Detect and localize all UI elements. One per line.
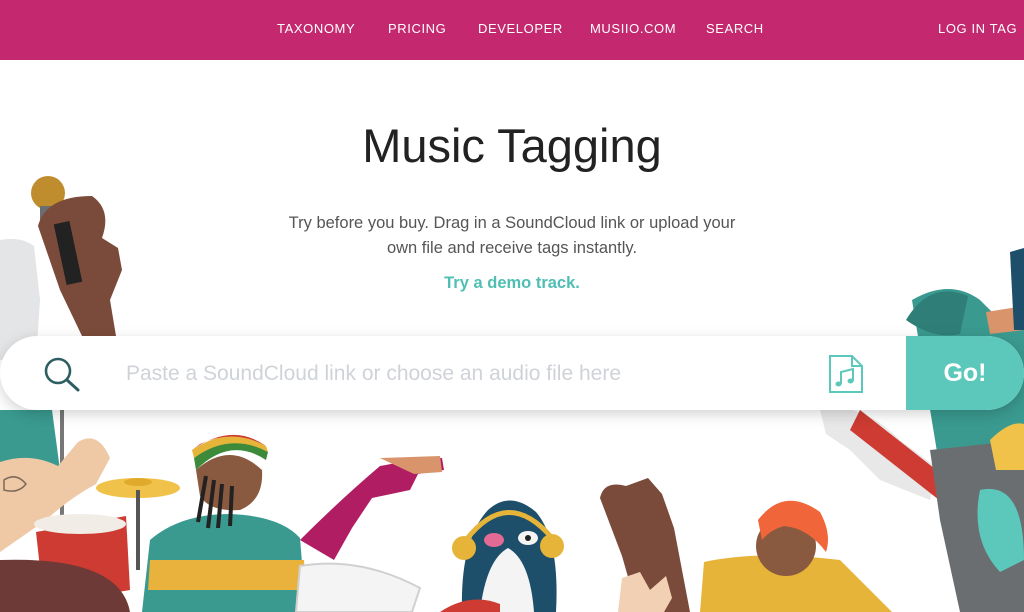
nav-pricing-link[interactable]: PRICING: [388, 21, 446, 36]
go-button[interactable]: Go!: [906, 336, 1024, 410]
top-navigation: TAXONOMY PRICING DEVELOPER MUSIIO.COM SE…: [0, 0, 1024, 60]
nav-search-link[interactable]: SEARCH: [706, 21, 764, 36]
penguin-figure: [440, 500, 564, 612]
saxophone-player: [820, 248, 1024, 612]
login-link[interactable]: LOG IN TAG: [938, 21, 1017, 36]
redhead-figure: [700, 500, 892, 612]
fan-hands: [600, 478, 690, 612]
nav-developer-link[interactable]: DEVELOPER: [478, 21, 563, 36]
musicians-illustration: [0, 176, 1024, 612]
search-icon: [44, 357, 80, 392]
page-title: Music Tagging: [362, 119, 662, 172]
soundcloud-link-input[interactable]: [124, 356, 788, 392]
demo-track-link[interactable]: Try a demo track.: [0, 274, 1024, 293]
search-bar: Go!: [0, 336, 1024, 410]
nav-musiio-link[interactable]: MUSIIO.COM: [590, 21, 676, 36]
choose-audio-file-button[interactable]: [824, 354, 866, 394]
hero-description-line-2: own file and receive tags instantly.: [386, 239, 638, 257]
nav-taxonomy-link[interactable]: TAXONOMY: [277, 21, 355, 36]
drum: [294, 562, 422, 612]
music-file-icon: [829, 355, 863, 393]
hero-description-line-1: Try before you buy. Drag in a SoundCloud…: [288, 214, 736, 232]
hero-description: Try before you buy. Drag in a SoundCloud…: [262, 211, 762, 261]
